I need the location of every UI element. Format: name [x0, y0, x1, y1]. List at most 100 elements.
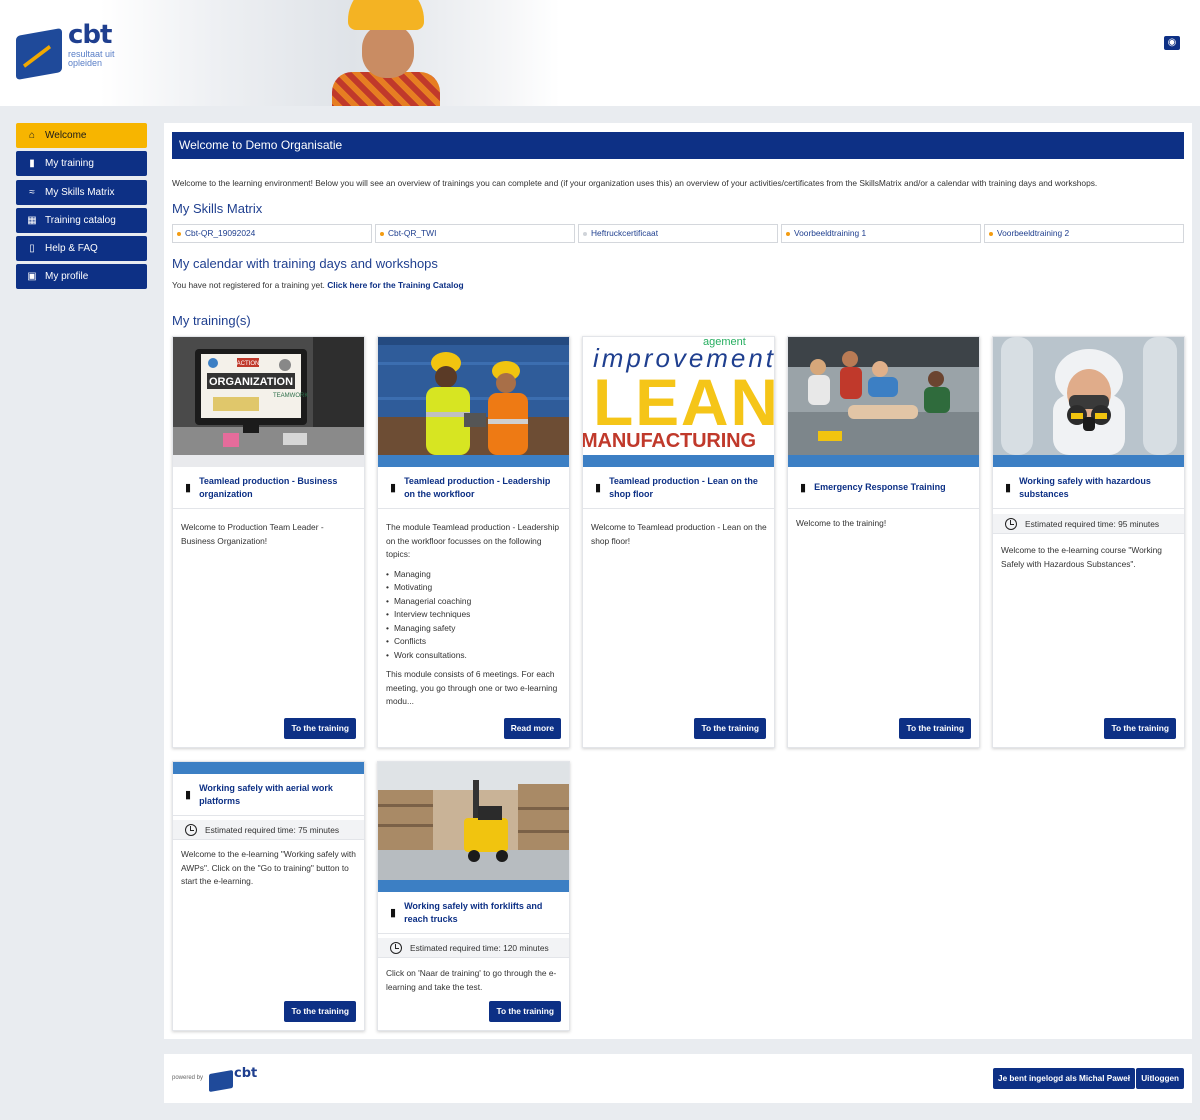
- skill-label: Voorbeeldtraining 2: [997, 228, 1070, 238]
- card-title-row[interactable]: ▮ Teamlead production - Lean on the shop…: [583, 467, 774, 509]
- list-item: Work consultations.: [386, 649, 562, 663]
- status-dot-icon: [380, 231, 384, 236]
- to-training-button[interactable]: To the training: [489, 1001, 561, 1022]
- list-item: Conflicts: [386, 635, 562, 649]
- cbt-logo-mark-icon: [16, 27, 62, 81]
- card-title-row[interactable]: ▮ Working safely with aerial work platfo…: [173, 774, 364, 816]
- training-image: [788, 337, 979, 455]
- card-divider: [378, 455, 569, 467]
- list-item: Managerial coaching: [386, 595, 562, 609]
- training-description: Click on 'Naar de training' to go throug…: [386, 968, 557, 992]
- training-description: Welcome to the training!: [796, 518, 887, 528]
- training-image: [378, 337, 569, 455]
- estimated-time: Estimated required time: 95 minutes: [993, 514, 1184, 534]
- skills-matrix-list: Cbt-QR_19092024 Cbt-QR_TWI Heftruckcerti…: [172, 224, 1184, 243]
- clock-icon: [185, 823, 197, 836]
- training-card: ORGANIZATION ACTION TEAMWORK ▮ Teamlead …: [172, 336, 365, 748]
- skill-label: Heftruckcertificaat: [591, 228, 659, 238]
- calendar-icon: ▦: [27, 214, 37, 226]
- book-icon: ▮: [1005, 482, 1012, 494]
- estimated-time-text: Estimated required time: 95 minutes: [1025, 518, 1160, 529]
- training-card: ▮ Teamlead production - Leadership on th…: [377, 336, 570, 748]
- to-training-button[interactable]: To the training: [694, 718, 766, 739]
- status-dot-icon: [989, 231, 993, 236]
- card-title-row[interactable]: ▮ Teamlead production - Business organiz…: [173, 467, 364, 509]
- card-title-row[interactable]: ▮ Working safely with forklifts and reac…: [378, 892, 569, 934]
- training-title: Emergency Response Training: [814, 482, 946, 492]
- sidebar-item-my-profile[interactable]: ▣ My profile: [16, 264, 147, 290]
- svg-text:ORGANIZATION: ORGANIZATION: [209, 376, 293, 388]
- list-item: Motivating: [386, 581, 562, 595]
- logout-button[interactable]: Uitloggen: [1136, 1068, 1184, 1089]
- status-dot-icon: [786, 231, 790, 236]
- footer: powered by cbt Je bent ingelogd als Mich…: [164, 1054, 1192, 1103]
- training-title: Teamlead production - Business organizat…: [199, 475, 338, 499]
- training-description: Welcome to the e-learning course "Workin…: [1001, 545, 1162, 569]
- training-title: Working safely with hazardous substances: [1019, 475, 1151, 499]
- card-divider: [378, 880, 569, 892]
- estimated-time-text: Estimated required time: 75 minutes: [205, 824, 340, 835]
- card-title-row[interactable]: ▮ Teamlead production - Leadership on th…: [378, 467, 569, 509]
- description-continued: This module consists of 6 meetings. For …: [386, 669, 558, 706]
- training-title: Teamlead production - Leadership on the …: [404, 475, 551, 499]
- sidebar-item-label: Welcome: [45, 130, 87, 141]
- to-training-button[interactable]: To the training: [1104, 718, 1176, 739]
- card-divider: [583, 455, 774, 467]
- training-catalog-link[interactable]: Click here for the Training Catalog: [327, 280, 463, 290]
- logged-in-user-button[interactable]: Je bent ingelogd als Michal Paweł: [993, 1068, 1135, 1089]
- book-icon: ▮: [595, 482, 602, 494]
- sidebar-item-welcome[interactable]: ⌂ Welcome: [16, 123, 147, 148]
- sidebar-item-help-faq[interactable]: ▯ Help & FAQ: [16, 236, 147, 262]
- intro-text: Welcome to the learning environment! Bel…: [172, 178, 1098, 188]
- skill-item[interactable]: Cbt-QR_19092024: [172, 224, 372, 243]
- to-training-button[interactable]: To the training: [284, 1001, 356, 1022]
- training-title: Working safely with forklifts and reach …: [404, 900, 543, 924]
- list-item: Managing: [386, 568, 562, 582]
- card-title-row[interactable]: ▮ Emergency Response Training: [788, 467, 979, 509]
- calendar-text: You have not registered for a training y…: [172, 280, 464, 290]
- sidebar-nav: ⌂ Welcome ▮ My training ≈ My Skills Matr…: [16, 123, 147, 293]
- cbt-logo[interactable]: cbt resultaat uit opleiden: [16, 20, 116, 84]
- skill-label: Cbt-QR_TWI: [388, 228, 437, 238]
- status-dot-icon: [583, 231, 587, 236]
- card-title-row[interactable]: ▮ Working safely with hazardous substanc…: [993, 467, 1184, 509]
- sidebar-item-label: My Skills Matrix: [45, 186, 115, 198]
- sidebar-item-skills-matrix[interactable]: ≈ My Skills Matrix: [16, 179, 147, 205]
- to-training-button[interactable]: To the training: [899, 718, 971, 739]
- logo-tagline: resultaat uit opleiden: [68, 49, 115, 68]
- to-training-button[interactable]: To the training: [284, 718, 356, 739]
- training-title: Working safely with aerial work platform…: [199, 782, 333, 806]
- training-description: Welcome to Production Team Leader - Busi…: [181, 522, 324, 546]
- estimated-time: Estimated required time: 120 minutes: [378, 938, 569, 958]
- main-panel: Welcome to Demo Organisatie Welcome to t…: [164, 123, 1192, 1039]
- clock-icon: [1005, 517, 1017, 530]
- list-item: Interview techniques: [386, 608, 562, 622]
- book-icon: ▮: [390, 907, 397, 919]
- svg-text:MANUFACTURING: MANUFACTURING: [583, 430, 756, 452]
- book-icon: ▮: [800, 482, 807, 494]
- training-card: ▮ Working safely with hazardous substanc…: [992, 336, 1185, 748]
- book-icon: ▮: [29, 158, 35, 170]
- document-icon: ▯: [29, 243, 35, 255]
- header-hero-image: [100, 0, 560, 106]
- sidebar-item-my-training[interactable]: ▮ My training: [16, 151, 147, 177]
- book-icon: ▮: [185, 789, 192, 801]
- language-button[interactable]: ◉: [1164, 36, 1180, 50]
- training-card: ▮ Working safely with aerial work platfo…: [172, 761, 365, 1031]
- calendar-empty-text: You have not registered for a training y…: [172, 280, 325, 290]
- skill-item[interactable]: Heftruckcertificaat: [578, 224, 778, 243]
- card-divider: [173, 762, 364, 774]
- skill-item[interactable]: Voorbeeldtraining 2: [984, 224, 1184, 243]
- description-intro: The module Teamlead production - Leaders…: [386, 522, 560, 559]
- read-more-button[interactable]: Read more: [503, 718, 561, 739]
- cbt-logo-mark-icon: [209, 1069, 233, 1093]
- sidebar-item-label: My training: [45, 158, 94, 170]
- sidebar-item-label: Training catalog: [45, 214, 116, 226]
- skill-label: Voorbeeldtraining 1: [794, 228, 867, 238]
- training-description: The module Teamlead production - Leaders…: [386, 521, 562, 709]
- skill-item[interactable]: Cbt-QR_TWI: [375, 224, 575, 243]
- sidebar-item-training-catalog[interactable]: ▦ Training catalog: [16, 207, 147, 233]
- skills-matrix-heading: My Skills Matrix: [172, 201, 263, 216]
- skill-item[interactable]: Voorbeeldtraining 1: [781, 224, 981, 243]
- home-icon: ⌂: [28, 130, 36, 141]
